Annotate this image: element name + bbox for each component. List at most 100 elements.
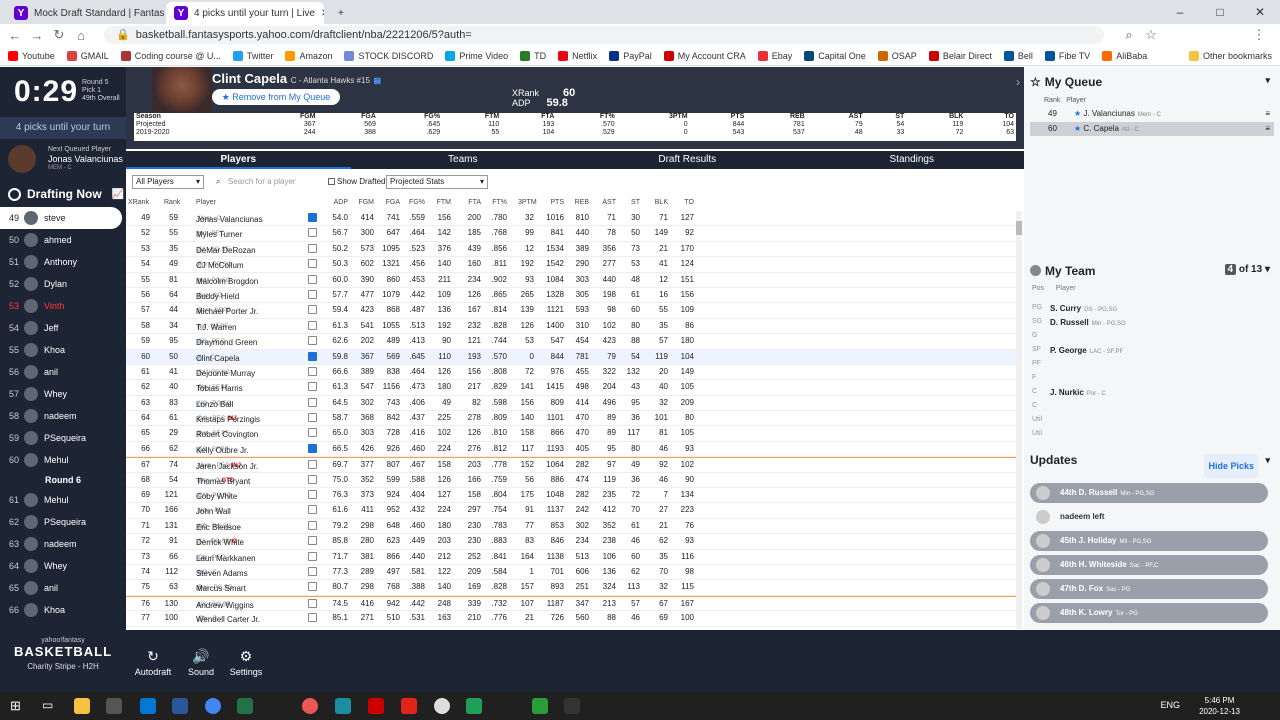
table-row[interactable]: 65 29 ☆ Robert Covington Por - SF,PF 65.0 303 7…: [126, 426, 1016, 442]
column-header[interactable]: Player: [196, 199, 216, 206]
menu-icon[interactable]: ≡: [1265, 122, 1270, 136]
player-name[interactable]: Wendell Carter Jr.: [196, 615, 260, 624]
news-icon[interactable]: ▤: [374, 76, 382, 85]
queue-note-icon[interactable]: [308, 305, 317, 315]
queue-player[interactable]: ★ C. Capela Atl - C: [1074, 122, 1139, 137]
player-cell[interactable]: ☆ Eric Bledsoe NO - PG,SG: [196, 521, 241, 532]
queue-note-icon[interactable]: [308, 382, 317, 392]
queue-player[interactable]: ★ J. Valanciunas Mem - C: [1074, 107, 1161, 122]
bookmark-twitter[interactable]: Twitter: [232, 50, 273, 61]
column-header[interactable]: FT%: [491, 199, 507, 206]
table-row[interactable]: 66 62 ☆ Kelly Oubre Jr. GS - SF,PF 66.5 426 926…: [126, 442, 1016, 458]
acrobat-icon[interactable]: [401, 698, 417, 714]
new-tab-button[interactable]: +: [330, 2, 350, 24]
player-name[interactable]: Coby White: [196, 492, 237, 501]
queue-note-icon[interactable]: [308, 566, 317, 576]
bookmark-fibe-tv[interactable]: Fibe TV: [1044, 50, 1090, 61]
player-cell[interactable]: ☆ Draymond Green GS - PF,C: [196, 336, 257, 347]
bookmark-youtube[interactable]: Youtube: [8, 50, 55, 61]
browser-tab-2[interactable]: Y 4 picks until your turn | Live ✕: [166, 2, 324, 24]
player-cell[interactable]: ☆ Thomas Bryant Was - C GTD: [196, 475, 250, 486]
app-icon[interactable]: [434, 698, 450, 714]
column-header[interactable]: FTM: [435, 199, 451, 206]
queue-player-name[interactable]: C. Capela: [1083, 124, 1119, 133]
bookmark-td[interactable]: TD: [520, 50, 546, 61]
chart-icon[interactable]: 📈: [112, 189, 124, 200]
column-header[interactable]: PTS: [546, 199, 564, 206]
back-icon[interactable]: ←: [4, 28, 26, 43]
app-icon[interactable]: [302, 698, 318, 714]
table-row[interactable]: 57 44 ☆ Michael Porter Jr. Den - SF,PF 59.4 42…: [126, 303, 1016, 319]
menu-icon[interactable]: ⋮: [1248, 27, 1270, 43]
queue-note-icon[interactable]: [308, 228, 317, 238]
player-cell[interactable]: ☆ Jonas Valanciunas Mem - C: [196, 213, 263, 224]
forward-icon[interactable]: →: [26, 28, 48, 43]
url-field[interactable]: 🔒 basketball.fantasysports.yahoo.com/draf…: [104, 26, 1104, 44]
reload-icon[interactable]: ↻: [48, 27, 70, 43]
player-filter-select[interactable]: All Players ▾: [132, 175, 204, 189]
roster-player-name[interactable]: D. Russell: [1050, 318, 1089, 327]
windows-start-icon[interactable]: ⊞: [10, 698, 26, 714]
word-icon[interactable]: [172, 698, 188, 714]
queue-note-icon[interactable]: [308, 351, 317, 361]
queue-note-icon[interactable]: [308, 582, 317, 592]
bookmark-paypal[interactable]: PayPal: [609, 50, 652, 61]
player-cell[interactable]: ☆ Coby White Chi - PG,SG: [196, 490, 237, 501]
bookmark-stock-discord[interactable]: STOCK DISCORD: [344, 50, 433, 61]
player-name[interactable]: Michael Porter Jr.: [196, 307, 258, 316]
queue-note-icon[interactable]: [308, 474, 317, 484]
player-cell[interactable]: ☆ Marcus Smart Bos - PG,SG: [196, 582, 246, 593]
player-name[interactable]: Lonzo Ball: [196, 400, 233, 409]
minimize-icon[interactable]: –: [1160, 0, 1200, 24]
player-name[interactable]: Myles Turner: [196, 230, 242, 239]
player-name[interactable]: Marcus Smart: [196, 584, 246, 593]
queue-note-icon[interactable]: [308, 520, 317, 530]
column-header[interactable]: ADP: [330, 199, 348, 206]
queue-note-icon[interactable]: [308, 428, 317, 438]
column-header[interactable]: FGM: [356, 199, 374, 206]
queue-note-icon[interactable]: [308, 320, 317, 330]
table-row[interactable]: 71 131 ☆ Eric Bledsoe NO - PG,SG 79.2 298 648 .4…: [126, 519, 1016, 535]
queue-note-icon[interactable]: [308, 366, 317, 376]
table-row[interactable]: 61 41 ☆ Dejounte Murray SA - PG,SG 66.6 389 838…: [126, 365, 1016, 381]
bookmark-coding-course[interactable]: Coding course @ U...: [120, 50, 221, 61]
player-name[interactable]: Draymond Green: [196, 338, 257, 347]
roster-player-name[interactable]: J. Nurkic: [1050, 388, 1084, 397]
roster-player[interactable]: J. Nurkic Por - C: [1050, 388, 1106, 397]
player-name[interactable]: Derrick White: [196, 538, 244, 547]
task-view-icon[interactable]: ▭: [42, 698, 58, 714]
player-name[interactable]: T.J. Warren: [196, 323, 237, 332]
bookmark-gmail[interactable]: GMAIL: [66, 50, 109, 61]
system-clock[interactable]: 5:46 PM 2020-12-13: [1199, 695, 1240, 717]
bookmark-netflix[interactable]: Netflix: [558, 50, 597, 61]
table-row[interactable]: 67 74 ☆ Jaren Jackson Jr. Mem - PF,C INJ 69.7 3…: [126, 457, 1016, 473]
table-row[interactable]: 69 121 ☆ Coby White Chi - PG,SG 76.3 373 924 .40…: [126, 488, 1016, 504]
roster-player[interactable]: S. Curry GS - PG,SG: [1050, 304, 1117, 313]
queue-item[interactable]: 60 ★ C. Capela Atl - C ≡: [1030, 122, 1274, 136]
autodraft-button[interactable]: ↻ Autodraft: [128, 648, 178, 677]
table-row[interactable]: 74 112 ☆ Steven Adams NO - C 77.3 289 497.581 12…: [126, 565, 1016, 581]
sound-button[interactable]: 🔊 Sound: [176, 648, 226, 677]
file-explorer-icon[interactable]: [74, 698, 90, 714]
column-header[interactable]: Rank: [164, 199, 180, 206]
roster-player-name[interactable]: S. Curry: [1050, 304, 1081, 313]
queue-note-icon[interactable]: [308, 490, 317, 500]
table-row[interactable]: 62 40 ☆ Tobias Harris Phi - SF,PF 61.3 547 1156…: [126, 380, 1016, 396]
player-cell[interactable]: ☆ DeMar DeRozan SA - SG,SF: [196, 244, 256, 255]
close-icon[interactable]: ✕: [321, 8, 324, 19]
column-header[interactable]: AST: [600, 199, 616, 206]
table-row[interactable]: 73 66 ☆ Lauri Markkanen Chi - PF,C 71.7 381 866…: [126, 550, 1016, 565]
player-name[interactable]: Malcolm Brogdon: [196, 277, 258, 286]
player-cell[interactable]: ☆ Lauri Markkanen Chi - PF,C: [196, 552, 256, 563]
player-cell[interactable]: ☆ Dejounte Murray SA - PG,SG: [196, 367, 255, 378]
show-drafted-checkbox[interactable]: Show Drafted: [328, 175, 385, 189]
table-row[interactable]: 75 63 ☆ Marcus Smart Bos - PG,SG 80.7 298 768 .3…: [126, 580, 1016, 596]
player-name[interactable]: Robert Covington: [196, 430, 258, 439]
next-player-arrow-icon[interactable]: ›: [1016, 75, 1020, 89]
table-row[interactable]: 54 49 ☆ CJ McCollum Por - PG,SG 50.3 602 1321 .4…: [126, 257, 1016, 273]
bookmark-ebay[interactable]: Ebay: [757, 50, 792, 61]
player-search-input[interactable]: ⌕ Search for a player: [214, 175, 319, 189]
table-row[interactable]: 58 34 ☆ T.J. Warren Ind - SF,PF 61.3 541 1055 .5…: [126, 319, 1016, 335]
tab-standings[interactable]: Standings: [800, 151, 1025, 169]
menu-icon[interactable]: ≡: [1265, 107, 1270, 121]
